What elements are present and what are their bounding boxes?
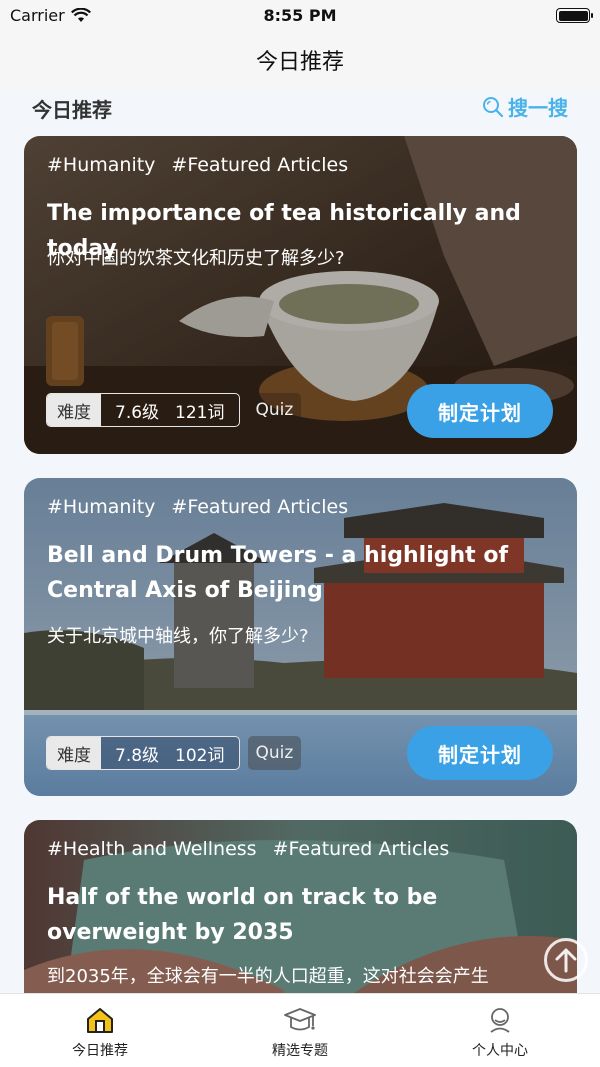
make-plan-button[interactable]: 制定计划 bbox=[407, 726, 553, 780]
difficulty-label: 难度 bbox=[47, 394, 101, 426]
tab-label: 精选专题 bbox=[272, 1043, 328, 1059]
word-count: 121词 bbox=[175, 402, 225, 423]
difficulty-level: 7.8级 bbox=[115, 745, 160, 766]
card-subtitle: 到2035年，全球会有一半的人口超重，这对社会会产生 bbox=[47, 966, 489, 987]
make-plan-button[interactable]: 制定计划 bbox=[407, 384, 553, 438]
quiz-badge: Quiz bbox=[247, 736, 302, 770]
tab-topics[interactable]: 精选专题 bbox=[200, 994, 400, 1067]
difficulty-badge: 难度 7.6级 121词 bbox=[46, 393, 240, 427]
tag[interactable]: #Humanity bbox=[47, 496, 155, 518]
word-count: 102词 bbox=[175, 745, 225, 766]
status-bar: Carrier 8:55 PM bbox=[0, 0, 600, 30]
nav-title: 今日推荐 bbox=[255, 50, 344, 75]
search-button[interactable]: 搜一搜 bbox=[482, 92, 568, 121]
search-icon bbox=[483, 96, 504, 117]
quiz-badge: Quiz bbox=[247, 393, 302, 427]
scroll-to-top-button[interactable] bbox=[544, 938, 588, 982]
tag-list: #Humanity #Featured Articles bbox=[47, 154, 348, 176]
card-subtitle: 你对中国的饮茶文化和历史了解多少? bbox=[47, 248, 345, 269]
article-card[interactable]: #Humanity #Featured Articles Bell and Dr… bbox=[24, 478, 577, 796]
tag[interactable]: #Humanity bbox=[47, 154, 155, 176]
card-subtitle: 关于北京城中轴线，你了解多少? bbox=[47, 626, 309, 647]
section-header: 今日推荐 搜一搜 bbox=[0, 90, 600, 130]
home-icon bbox=[87, 1008, 113, 1033]
difficulty-label: 难度 bbox=[47, 737, 101, 769]
tag-list: #Humanity #Featured Articles bbox=[47, 496, 348, 518]
nav-bar: 今日推荐 bbox=[0, 30, 600, 90]
tab-label: 今日推荐 bbox=[72, 1043, 128, 1059]
card-title: Bell and Drum Towers - a highlight of Ce… bbox=[47, 543, 509, 603]
tab-bar: 今日推荐 精选专题 个人中心 bbox=[0, 993, 600, 1067]
card-meta: 难度 7.8级 102词 Quiz bbox=[46, 736, 302, 770]
tag[interactable]: #Featured Articles bbox=[171, 496, 348, 518]
arrow-up-icon bbox=[555, 948, 577, 973]
difficulty-badge: 难度 7.8级 102词 bbox=[46, 736, 240, 770]
card-title: Half of the world on track to be overwei… bbox=[47, 885, 438, 945]
tab-today[interactable]: 今日推荐 bbox=[0, 994, 200, 1067]
article-card[interactable]: #Humanity #Featured Articles The importa… bbox=[24, 136, 577, 454]
tag-list: #Health and Wellness #Featured Articles bbox=[47, 838, 449, 860]
tab-label: 个人中心 bbox=[472, 1043, 528, 1059]
tag[interactable]: #Featured Articles bbox=[273, 838, 450, 860]
battery-icon bbox=[556, 8, 593, 23]
difficulty-level: 7.6级 bbox=[115, 402, 160, 423]
status-time: 8:55 PM bbox=[263, 6, 337, 25]
tag[interactable]: #Featured Articles bbox=[171, 154, 348, 176]
graduation-cap-icon bbox=[284, 1008, 316, 1031]
card-meta: 难度 7.6级 121词 Quiz bbox=[46, 393, 302, 427]
user-icon bbox=[490, 1008, 510, 1033]
search-label: 搜一搜 bbox=[508, 96, 568, 120]
tag[interactable]: #Health and Wellness bbox=[47, 838, 257, 860]
section-title: 今日推荐 bbox=[32, 98, 112, 122]
tab-profile[interactable]: 个人中心 bbox=[400, 994, 600, 1067]
